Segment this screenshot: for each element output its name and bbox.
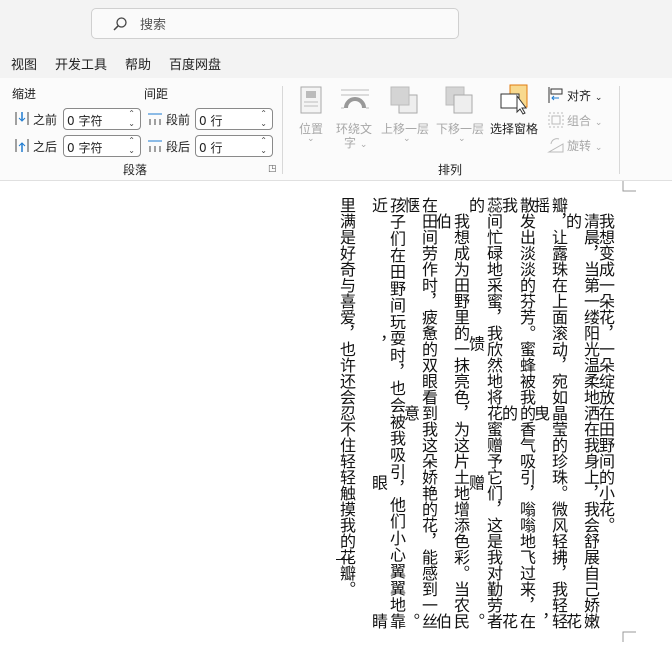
spacing-before-label: 段前 <box>166 113 191 127</box>
indent-after-icon <box>15 139 29 152</box>
align-button[interactable]: 对齐 ⌄ <box>567 87 602 104</box>
spacing-label: 间距 <box>144 87 169 101</box>
selection-pane-button[interactable]: 选择窗格 <box>490 120 538 137</box>
indent-before-label: 之前 <box>33 113 58 127</box>
indent-after-value: 0 字符 <box>67 141 103 155</box>
text-line-4: 散发出淡淡的芬芳。蜜蜂被我的香气吸引，嗡嗡地飞过来，在我的花 <box>499 197 536 629</box>
paragraph-group-label: 段落 <box>123 163 148 177</box>
menu-view[interactable]: 视图 <box>11 54 37 73</box>
rotate-icon <box>547 138 564 153</box>
menu-bar: 视图 开发工具 帮助 百度网盘 <box>0 48 672 78</box>
ribbon: 缩进 间距 之前 0 字符 ⌃ ⌄ 之后 0 字符 ⌃ ⌄ 段前 0 行 ⌃ ⌄ 段后 0 … <box>0 78 672 181</box>
text-cursor <box>336 559 354 560</box>
group-label: 组合 <box>567 114 592 128</box>
spin-arrows-icon[interactable]: ⌃ ⌄ <box>260 109 267 129</box>
text-line-3: 瓣，让露珠在上面滚动，宛如晶莹的珍珠。微风轻拂，我轻轻摇曳， <box>531 197 568 629</box>
position-icon <box>300 86 322 114</box>
indent-before-input[interactable]: 0 字符 ⌃ ⌄ <box>63 108 141 130</box>
indent-after-label: 之后 <box>33 140 58 154</box>
rotate-label: 旋转 <box>567 139 592 153</box>
spacing-after-icon <box>148 140 162 152</box>
indent-after-input[interactable]: 0 字符 ⌃ ⌄ <box>63 135 141 157</box>
send-backward-icon <box>445 86 473 114</box>
search-box[interactable]: 搜索 <box>91 8 459 39</box>
spacing-before-icon <box>148 113 162 125</box>
spacing-after-input[interactable]: 0 行 ⌃ ⌄ <box>195 135 273 157</box>
page-corner-mark-top <box>622 181 636 192</box>
menu-help[interactable]: 帮助 <box>125 54 151 73</box>
align-label: 对齐 <box>567 89 592 103</box>
align-icon <box>548 87 563 103</box>
group-icon <box>548 112 564 128</box>
selection-pane-icon <box>500 84 528 115</box>
spacing-after-value: 0 行 <box>199 141 223 155</box>
menu-baidu-netdisk[interactable]: 百度网盘 <box>169 54 221 73</box>
spin-arrows-icon[interactable]: ⌃ ⌄ <box>260 136 267 156</box>
indent-before-value: 0 字符 <box>67 114 103 128</box>
menu-developer[interactable]: 开发工具 <box>55 54 107 73</box>
rotate-button[interactable]: 旋转 ⌄ <box>567 137 602 154</box>
spacing-after-label: 段后 <box>166 140 191 154</box>
text-line-8: 孩子们在田野间玩耍时，也会被我吸引，他们小心翼翼地靠近，眼睛 <box>369 197 406 629</box>
indent-label: 缩进 <box>12 87 37 101</box>
wrap-text-label-2: 字 <box>344 136 357 150</box>
page-corner-mark-bottom <box>622 631 636 642</box>
title-bar: 搜索 <box>0 0 672 48</box>
text-line-9: 里满是好奇与喜爱，也许还会忍不住轻轻触摸我的花瓣。 <box>337 197 356 597</box>
group-button[interactable]: 组合 ⌄ <box>567 112 602 129</box>
bring-forward-icon <box>390 86 418 114</box>
paragraph-dialog-launcher-icon[interactable]: ◳ <box>268 164 277 174</box>
wrap-text-icon <box>341 89 369 109</box>
spin-arrows-icon[interactable]: ⌃ ⌄ <box>128 136 135 156</box>
text-line-2: 清晨，当第一缕阳光温柔地洒在我身上，我会舒展自己娇嫩的花 <box>563 213 600 629</box>
text-line-7: 在田间劳作时，疲惫的双眼看到我这朵娇艳的花，能感到一丝惬意。 <box>401 197 438 629</box>
indent-before-icon <box>15 112 29 125</box>
search-placeholder: 搜索 <box>140 18 167 33</box>
spacing-before-input[interactable]: 0 行 ⌃ ⌄ <box>195 108 273 130</box>
arrange-group-label: 排列 <box>438 163 463 177</box>
search-icon <box>113 16 127 31</box>
spacing-before-value: 0 行 <box>199 114 223 128</box>
text-line-5: 蕊间忙碌地采蜜，我欣然地将花蜜赠予它们，这是我对勤劳者的馈赠。 <box>466 197 503 629</box>
text-line-6: 我想成为田野里的一抹亮色，为这片土地增添色彩。当农民伯伯 <box>433 213 470 629</box>
spin-arrows-icon[interactable]: ⌃ ⌄ <box>128 109 135 129</box>
